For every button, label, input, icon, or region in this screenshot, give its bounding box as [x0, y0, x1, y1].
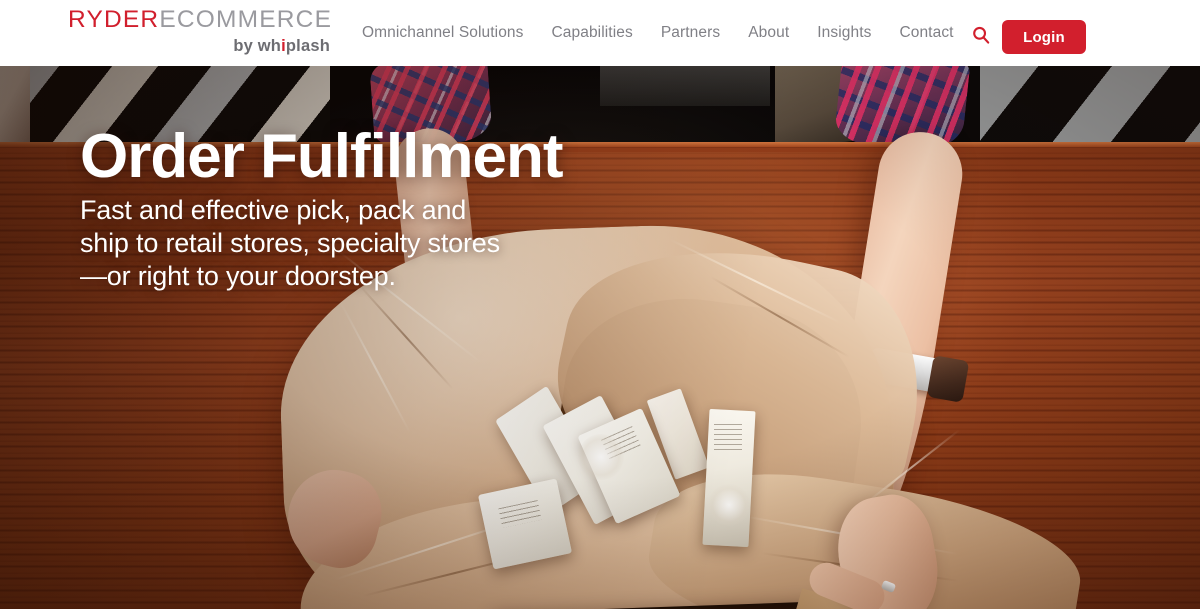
- main-navigation: Omnichannel Solutions Capabilities Partn…: [362, 0, 968, 66]
- site-logo[interactable]: RYDERECOMMERCE by whiplash: [68, 6, 333, 56]
- nav-item-omnichannel-solutions[interactable]: Omnichannel Solutions: [362, 0, 538, 66]
- box-embossed-seal: [708, 484, 750, 526]
- page-root: RYDERECOMMERCE by whiplash Omnichannel S…: [0, 0, 1200, 609]
- logo-tagline-post: plash: [285, 37, 330, 55]
- plaid-sleeve-right: [833, 66, 971, 142]
- nav-item-partners[interactable]: Partners: [647, 0, 734, 66]
- nav-item-contact[interactable]: Contact: [885, 0, 967, 66]
- nav-item-about[interactable]: About: [734, 0, 803, 66]
- grey-floor-patch: [600, 66, 770, 106]
- login-button[interactable]: Login: [1002, 20, 1086, 54]
- box-highlight: [578, 434, 624, 480]
- logo-wordmark: RYDERECOMMERCE: [68, 6, 333, 34]
- product-box: [477, 478, 573, 570]
- hero-banner: VEGAN ANIMAL CRUELTY FREE MADE SAFE Orde…: [0, 66, 1200, 609]
- search-icon[interactable]: [968, 22, 994, 48]
- rug-cream-edge: [0, 66, 30, 142]
- striped-rug-right: [980, 66, 1200, 142]
- table-front-edge: [0, 142, 1200, 147]
- nav-item-capabilities[interactable]: Capabilities: [538, 0, 647, 66]
- wristwatch-face: [926, 355, 970, 403]
- logo-tagline-pre: by wh: [233, 37, 282, 55]
- logo-ryder-text: RYDER: [68, 6, 160, 33]
- product-box-label: [714, 424, 742, 450]
- logo-ecommerce-text: ECOMMERCE: [159, 6, 333, 33]
- site-header: RYDERECOMMERCE by whiplash Omnichannel S…: [0, 0, 1200, 66]
- logo-tagline: by whiplash: [68, 36, 330, 56]
- hero-background-top: [0, 66, 1200, 142]
- striped-rug-left: [0, 66, 360, 142]
- nav-item-insights[interactable]: Insights: [803, 0, 885, 66]
